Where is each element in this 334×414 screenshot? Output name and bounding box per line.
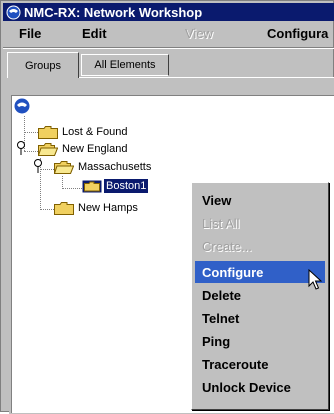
menu-edit[interactable]: Edit xyxy=(82,26,107,41)
menu-item-configure[interactable]: Configure xyxy=(195,261,325,283)
menu-separator xyxy=(3,47,334,49)
menu-view[interactable]: View xyxy=(185,26,213,41)
tree-connector xyxy=(24,151,38,152)
tree-node-new-england[interactable]: New England xyxy=(38,141,129,157)
expander-icon[interactable] xyxy=(33,158,43,174)
window-title: NMC-RX: Network Workshop xyxy=(24,4,203,20)
tree-node-label: Massachusetts xyxy=(78,161,152,173)
folder-icon xyxy=(82,180,102,193)
menu-bar: File Edit View Configura xyxy=(3,23,334,45)
tree-node-massachusetts[interactable]: Massachusetts xyxy=(54,159,153,175)
menu-item-delete[interactable]: Delete xyxy=(195,284,325,306)
menu-item-view[interactable]: View xyxy=(195,189,325,211)
globe-icon xyxy=(6,5,21,20)
title-bar[interactable]: NMC-RX: Network Workshop xyxy=(3,3,334,21)
tree-node-label: Lost & Found xyxy=(62,126,128,138)
menu-item-create[interactable]: Create... xyxy=(195,235,325,257)
tree-connector xyxy=(24,132,38,133)
tab-all-elements[interactable]: All Elements xyxy=(81,54,169,76)
menu-item-telnet[interactable]: Telnet xyxy=(195,307,325,329)
main-window: NMC-RX: Network Workshop File Edit View … xyxy=(0,0,334,414)
menu-item-ping[interactable]: Ping xyxy=(195,330,325,352)
menu-configure[interactable]: Configura xyxy=(267,26,328,41)
tab-label: All Elements xyxy=(94,59,156,71)
menu-file[interactable]: File xyxy=(19,26,41,41)
menu-item-list-all[interactable]: List All xyxy=(195,212,325,234)
folder-open-icon xyxy=(54,160,74,174)
tree-node-boston1[interactable]: Boston1 xyxy=(82,178,149,194)
tab-groups[interactable]: Groups xyxy=(7,52,79,78)
tree-node-label: New England xyxy=(62,143,128,155)
folder-icon xyxy=(54,201,74,215)
menu-item-unlock-device[interactable]: Unlock Device xyxy=(195,376,325,398)
mouse-cursor-icon xyxy=(308,269,323,290)
tree-connector xyxy=(62,188,82,189)
tree-node-label: Boston1 xyxy=(104,179,149,193)
tree-node-new-hampshire[interactable]: New Hamps xyxy=(54,200,140,216)
tree-node-lost-found[interactable]: Lost & Found xyxy=(38,124,129,140)
menu-item-traceroute[interactable]: Traceroute xyxy=(195,353,325,375)
tree-root[interactable] xyxy=(14,98,30,114)
globe-icon xyxy=(14,98,30,114)
context-menu: View List All Create... Configure Delete… xyxy=(191,182,329,410)
folder-open-icon xyxy=(38,142,58,156)
tab-label: Groups xyxy=(24,59,62,72)
tree-node-label: New Hamps xyxy=(78,202,138,214)
expander-icon[interactable] xyxy=(16,140,26,156)
folder-icon xyxy=(38,125,58,139)
